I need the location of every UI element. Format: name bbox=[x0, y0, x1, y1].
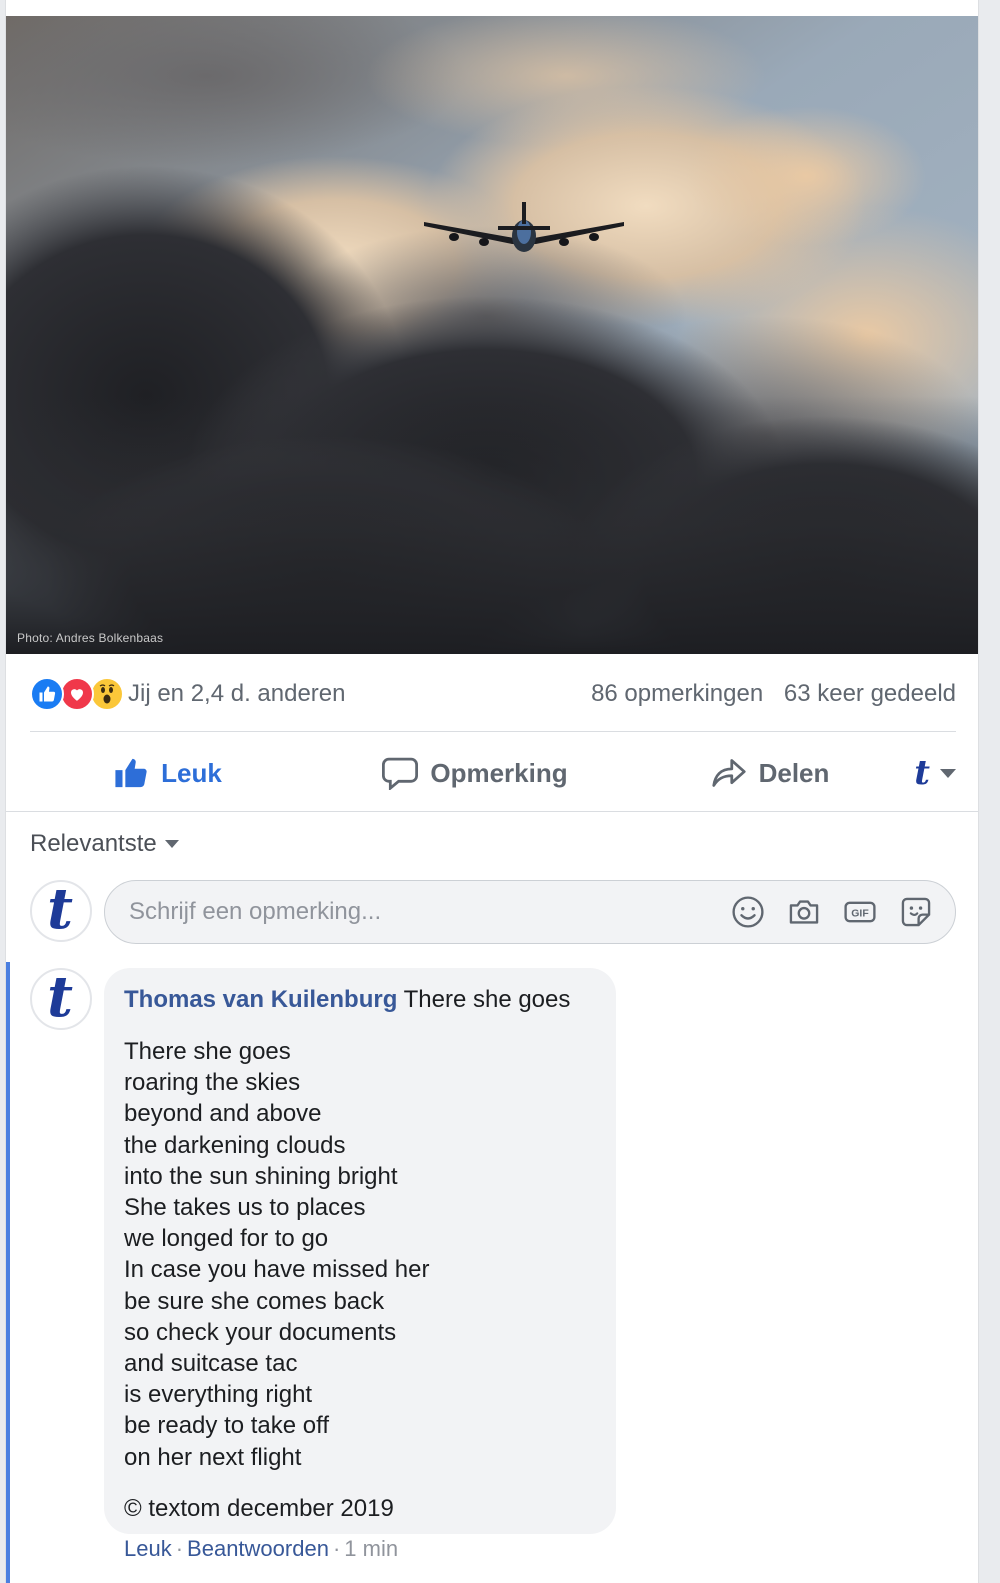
share-button-label: Delen bbox=[758, 757, 830, 788]
post-photo[interactable]: Photo: Andres Bolkenbaas bbox=[6, 16, 978, 654]
like-button[interactable]: Leuk bbox=[30, 745, 305, 801]
poem-line: on her next flight bbox=[124, 1443, 302, 1471]
post-as-selector[interactable]: t bbox=[895, 745, 956, 801]
composer-avatar[interactable]: t bbox=[30, 880, 92, 942]
reactions-summary-text[interactable]: Jij en 2,4 d. anderen bbox=[128, 680, 346, 708]
post-card: Photo: Andres Bolkenbaas Jij en 2,4 d. a… bbox=[5, 0, 979, 1583]
comment-sort-label: Relevantste bbox=[30, 830, 157, 857]
comment-button[interactable]: Opmerking bbox=[305, 745, 645, 801]
comment-like-link[interactable]: Leuk bbox=[124, 1536, 172, 1562]
comment-poem: There she goes roaring the skies beyond … bbox=[124, 1036, 596, 1473]
poem-line: be ready to take off bbox=[124, 1412, 330, 1440]
poem-line: into the sun shining bright bbox=[124, 1162, 398, 1190]
comment-timestamp[interactable]: 1 min bbox=[344, 1536, 398, 1562]
chevron-down-icon bbox=[164, 840, 179, 848]
comment-bubble: Thomas van Kuilenburg There she goes The… bbox=[104, 968, 616, 1534]
camera-icon[interactable] bbox=[787, 895, 821, 929]
photo-credit: Photo: Andres Bolkenbaas bbox=[17, 631, 164, 645]
card-top-strip bbox=[6, 0, 978, 16]
new-comment-indicator bbox=[6, 962, 10, 1583]
reactions-summary[interactable]: Jij en 2,4 d. anderen bbox=[30, 677, 346, 711]
poem-line: is everything right bbox=[124, 1381, 313, 1409]
comment-title: There she goes bbox=[403, 986, 571, 1013]
page-avatar-letter: t bbox=[914, 753, 930, 793]
airplane-in-clouds-photo bbox=[6, 16, 978, 654]
like-icon[interactable] bbox=[30, 677, 64, 711]
comment-input[interactable] bbox=[105, 897, 709, 927]
poem-line: beyond and above bbox=[124, 1100, 322, 1128]
comments-count[interactable]: 86 opmerkingen bbox=[591, 680, 763, 707]
comment-author-avatar[interactable]: t bbox=[30, 968, 92, 1030]
comment-composer: GIF bbox=[104, 880, 956, 944]
poem-line: the darkening clouds bbox=[124, 1131, 346, 1159]
sticker-icon[interactable] bbox=[899, 895, 933, 929]
poem-line: so check your documents bbox=[124, 1318, 397, 1346]
share-button[interactable]: Delen bbox=[645, 745, 895, 801]
comment-avatar-letter: t bbox=[47, 968, 73, 1030]
svg-text:GIF: GIF bbox=[851, 909, 868, 920]
comment-reply-link[interactable]: Beantwoorden bbox=[187, 1536, 329, 1562]
poem-line: roaring the skies bbox=[124, 1069, 301, 1097]
comment-meta: Leuk · Beantwoorden · 1 min bbox=[124, 1536, 398, 1562]
comment-copyright: © textom december 2019 bbox=[124, 1494, 394, 1522]
share-arrow-icon bbox=[711, 759, 746, 787]
meta-separator: · bbox=[332, 1536, 341, 1561]
reaction-icons[interactable] bbox=[30, 677, 124, 711]
actions-divider bbox=[6, 811, 978, 812]
gif-icon[interactable]: GIF bbox=[843, 895, 877, 929]
comment-author-link[interactable]: Thomas van Kuilenburg bbox=[124, 986, 397, 1013]
comment-sort-dropdown[interactable]: Relevantste bbox=[30, 830, 179, 858]
thumbs-up-icon bbox=[115, 758, 147, 788]
engagement-counts: 86 opmerkingen 63 keer gedeeld bbox=[577, 680, 956, 708]
poem-line: and suitcase tac bbox=[124, 1350, 298, 1378]
composer-icons: GIF bbox=[709, 895, 955, 929]
wow-icon[interactable] bbox=[90, 677, 124, 711]
like-button-label: Leuk bbox=[161, 757, 222, 788]
poem-line: be sure she comes back bbox=[124, 1287, 385, 1315]
reactions-bar: Jij en 2,4 d. anderen 86 opmerkingen 63 … bbox=[30, 672, 956, 716]
speech-bubble-icon bbox=[382, 757, 419, 790]
poem-line: we longed for to go bbox=[124, 1225, 329, 1253]
chevron-down-icon bbox=[940, 768, 956, 778]
emoji-icon[interactable] bbox=[731, 895, 765, 929]
meta-separator: · bbox=[175, 1536, 184, 1561]
reactions-divider bbox=[30, 731, 956, 732]
poem-line: In case you have missed her bbox=[124, 1256, 430, 1284]
shares-count[interactable]: 63 keer gedeeld bbox=[784, 680, 956, 707]
comment-header: Thomas van Kuilenburg There she goes bbox=[124, 984, 596, 1016]
love-icon[interactable] bbox=[60, 677, 94, 711]
poem-line: She takes us to places bbox=[124, 1194, 366, 1222]
poem-line: There she goes bbox=[124, 1038, 291, 1065]
action-bar: Leuk Opmerking Delen t bbox=[30, 738, 956, 808]
composer-avatar-letter: t bbox=[47, 880, 73, 942]
comment-button-label: Opmerking bbox=[430, 757, 568, 788]
